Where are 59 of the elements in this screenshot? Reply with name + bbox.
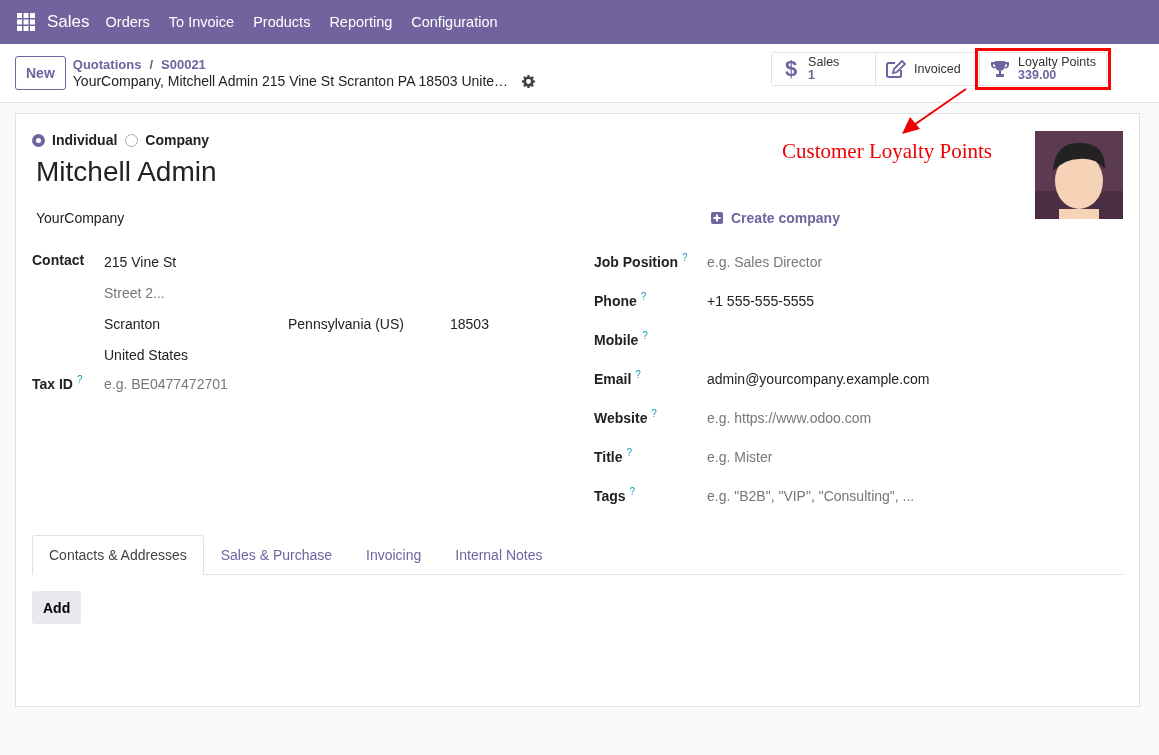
new-button[interactable]: New [15, 56, 66, 90]
input-field[interactable]: e.g. BE0477472701 [104, 374, 304, 393]
field-label: Title [594, 448, 623, 465]
help-tooltip[interactable]: ? [651, 408, 657, 419]
menu-item[interactable]: Reporting [329, 14, 393, 30]
field-label: Contact [32, 252, 86, 268]
field-label: Email [594, 370, 632, 387]
help-tooltip[interactable]: ? [681, 252, 688, 263]
tab[interactable]: Invoicing [349, 535, 439, 575]
breadcrumb-link[interactable]: Quotations [72, 57, 142, 72]
street-field[interactable]: 215 Vine St [104, 252, 304, 271]
breadcrumb-separator: / [149, 57, 154, 72]
help-tooltip[interactable]: ? [642, 330, 648, 341]
field-label: Tags [594, 487, 626, 504]
contact-name: Mitchell Admin [36, 156, 218, 188]
state-field[interactable]: Pennsylvania (US) [288, 314, 450, 333]
tab[interactable]: Internal Notes [438, 535, 560, 575]
zip-field[interactable]: 18503 [450, 314, 530, 333]
field-label: Phone [594, 292, 637, 309]
settings-icon[interactable] [522, 74, 536, 88]
trophy-icon [990, 60, 1011, 78]
input-field[interactable]: e.g. Mister [707, 447, 1027, 466]
menu-item[interactable]: Orders [105, 14, 150, 30]
radio-label[interactable]: Individual [52, 132, 118, 148]
help-tooltip[interactable]: ? [640, 291, 647, 302]
input-field[interactable]: +1 555-555-5555 [707, 291, 1027, 310]
radio-button[interactable] [32, 133, 45, 147]
create-company-link[interactable]: Create company [711, 210, 840, 226]
field-label: Job Position [594, 253, 678, 270]
tab[interactable]: Contacts & Addresses [32, 535, 204, 575]
menu-item[interactable]: Products [253, 14, 311, 30]
menu-item[interactable]: Configuration [411, 14, 498, 30]
app-name[interactable]: Sales [47, 12, 90, 32]
field-label: Mobile [594, 331, 639, 348]
input-field[interactable]: e.g. "B2B", "VIP", "Consulting", ... [707, 486, 1027, 505]
plus-icon [711, 212, 723, 224]
country-field[interactable]: United States [104, 345, 304, 364]
help-tooltip[interactable]: ? [629, 486, 636, 497]
annotation-label: Customer Loyalty Points [782, 139, 992, 164]
apps-grid-icon[interactable] [17, 13, 35, 31]
add-button[interactable]: Add [32, 591, 82, 624]
radio-label[interactable]: Company [145, 132, 210, 148]
company-field[interactable]: YourCompany [36, 210, 711, 226]
street2-field[interactable]: Street 2... [104, 283, 304, 302]
city-field[interactable]: Scranton [104, 314, 288, 333]
breadcrumb-current: S00021 [161, 57, 206, 72]
field-label: Website [594, 409, 648, 426]
menu-item[interactable]: To Invoice [168, 14, 235, 30]
input-field[interactable]: e.g. https://www.odoo.com [707, 408, 1027, 427]
input-field[interactable]: admin@yourcompany.example.com [707, 369, 1027, 388]
tab[interactable]: Sales & Purchase [203, 535, 350, 575]
help-tooltip[interactable]: ? [635, 369, 641, 380]
field-label: Tax ID [32, 375, 73, 392]
help-tooltip[interactable]: ? [626, 447, 632, 458]
edit-icon [886, 60, 907, 78]
help-tooltip[interactable]: ? [76, 374, 83, 385]
record-title: YourCompany, Mitchell Admin 215 Vine St Scranton PA 18503 Unite… [72, 73, 509, 89]
input-field[interactable]: e.g. Sales Director [707, 252, 1027, 271]
annotation-arrow [902, 88, 967, 134]
